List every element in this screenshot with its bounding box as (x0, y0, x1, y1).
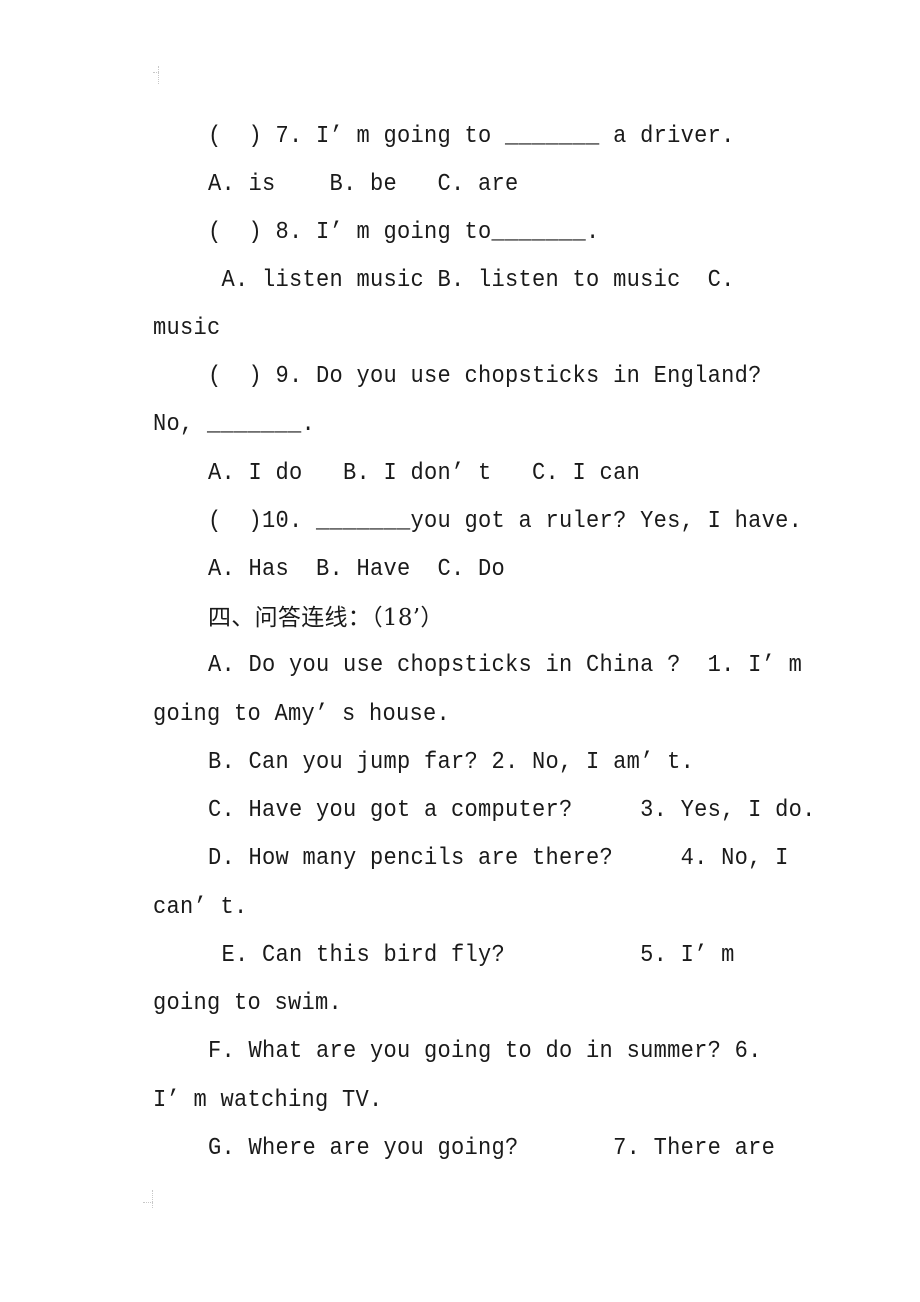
match-item-c: C. Have you got a computer? 3. Yes, I do… (208, 797, 816, 824)
question-7-options: A. is B. be C. are (208, 171, 519, 198)
question-10: ( )10. _______you got a ruler? Yes, I ha… (208, 508, 803, 535)
question-8: ( ) 8. I’ m going to_______. (208, 219, 600, 246)
question-8-options: A. listen music B. listen to music C. (208, 267, 735, 294)
match-item-e-continued: going to swim. (153, 990, 343, 1017)
question-9-continued: No, _______. (153, 411, 316, 438)
match-item-a: A. Do you use chopsticks in China ? 1. I… (208, 652, 803, 679)
match-item-f: F. What are you going to do in summer? 6… (208, 1038, 762, 1065)
page-corner-mark-bottom (142, 1190, 153, 1208)
question-9-options: A. I do B. I don’ t C. I can (208, 460, 641, 487)
page-corner-mark-top (148, 66, 159, 84)
match-item-g: G. Where are you going? 7. There are (208, 1135, 776, 1162)
question-10-options: A. Has B. Have C. Do (208, 556, 506, 583)
match-item-a-continued: going to Amy’ s house. (153, 701, 451, 728)
match-item-e: E. Can this bird fly? 5. I’ m (208, 942, 735, 969)
match-item-d-continued: can’ t. (153, 894, 248, 921)
question-8-options-continued: music (153, 315, 221, 342)
section-4-title: 四、问答连线：（18’） (208, 605, 444, 631)
match-item-d: D. How many pencils are there? 4. No, I (208, 845, 789, 872)
match-item-f-continued: I’ m watching TV. (153, 1087, 383, 1114)
question-7: ( ) 7. I’ m going to _______ a driver. (208, 123, 735, 150)
document-page: ( ) 7. I’ m going to _______ a driver. A… (0, 0, 920, 1302)
match-item-b: B. Can you jump far? 2. No, I am’ t. (208, 749, 695, 776)
question-9: ( ) 9. Do you use chopsticks in England? (208, 363, 762, 390)
